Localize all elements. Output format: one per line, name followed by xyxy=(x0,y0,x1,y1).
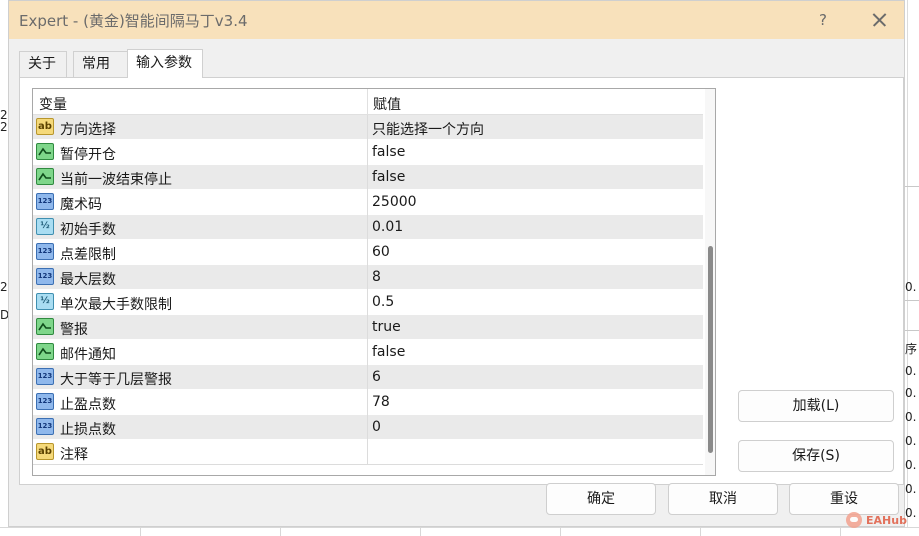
param-name: 邮件通知 xyxy=(60,347,116,363)
param-value[interactable]: false xyxy=(372,344,405,360)
int-icon: 123 xyxy=(36,243,54,260)
param-value[interactable]: 8 xyxy=(372,269,381,285)
param-value[interactable]: true xyxy=(372,319,401,335)
window-title: Expert - (黄金)智能间隔马丁v3.4 xyxy=(19,12,248,30)
bg-right-text: 0. xyxy=(905,386,917,400)
watermark-logo-icon xyxy=(846,512,862,528)
table-row[interactable]: 123 魔术码 25000 xyxy=(33,190,703,215)
ab-text-icon: ab xyxy=(36,443,54,460)
int-icon: 123 xyxy=(36,393,54,410)
table-row[interactable]: 123 止损点数 0 xyxy=(33,415,703,440)
param-value[interactable]: 78 xyxy=(372,394,390,410)
bool-icon xyxy=(36,343,54,360)
header-variable[interactable]: 变量 xyxy=(39,94,67,114)
param-value[interactable]: 0.5 xyxy=(372,294,394,310)
table-row[interactable]: 暂停开仓 false xyxy=(33,140,703,165)
header-value[interactable]: 赋值 xyxy=(373,94,401,114)
double-icon: ½ xyxy=(36,293,54,310)
bg-right-text: 序 xyxy=(905,342,918,356)
bg-right-text: 0. xyxy=(905,410,917,424)
parameters-table: 变量 赋值 ab 方向选择 只能选择一个方向 暂停开仓 false 当前一波结束… xyxy=(32,88,716,476)
int-icon: 123 xyxy=(36,268,54,285)
close-icon[interactable] xyxy=(865,7,895,33)
tab-common[interactable]: 常用 xyxy=(73,51,129,77)
param-name: 止盈点数 xyxy=(60,397,116,413)
param-name: 止损点数 xyxy=(60,422,116,438)
param-name: 最大层数 xyxy=(60,272,116,288)
int-icon: 123 xyxy=(36,193,54,210)
table-row[interactable]: ½ 初始手数 0.01 xyxy=(33,215,703,240)
table-row[interactable]: 当前一波结束停止 false xyxy=(33,165,703,190)
bool-icon xyxy=(36,143,54,160)
param-name: 警报 xyxy=(60,322,88,338)
table-row[interactable]: ½ 单次最大手数限制 0.5 xyxy=(33,290,703,315)
param-value[interactable]: 6 xyxy=(372,369,381,385)
param-value[interactable]: 只能选择一个方向 xyxy=(372,119,484,139)
cancel-button[interactable]: 取消 xyxy=(668,483,778,515)
table-row[interactable]: 123 大于等于几层警报 6 xyxy=(33,365,703,390)
bg-right-text: 0. xyxy=(905,364,917,378)
bool-icon xyxy=(36,318,54,335)
ab-text-icon: ab xyxy=(36,118,54,135)
table-row[interactable]: 123 最大层数 8 xyxy=(33,265,703,290)
help-button[interactable]: ? xyxy=(809,7,837,33)
int-icon: 123 xyxy=(36,368,54,385)
param-name: 初始手数 xyxy=(60,222,116,238)
param-name: 暂停开仓 xyxy=(60,147,116,163)
watermark: EAHub xyxy=(846,509,916,531)
param-name: 注释 xyxy=(60,447,88,463)
double-icon: ½ xyxy=(36,218,54,235)
param-value[interactable]: false xyxy=(372,169,405,185)
param-value[interactable]: 0 xyxy=(372,419,381,435)
background-chart-right: 0. 序 0. 0. 0. 0. 0. 0. 0. xyxy=(905,0,919,535)
bg-right-text: 0. xyxy=(905,458,917,472)
param-value[interactable]: 60 xyxy=(372,244,390,260)
param-value[interactable]: 0.01 xyxy=(372,219,403,235)
bool-icon xyxy=(36,168,54,185)
watermark-text: EAHub xyxy=(866,513,907,527)
bg-right-text: 0. xyxy=(905,434,917,448)
bg-right-text: 0. xyxy=(905,482,917,496)
table-body: ab 方向选择 只能选择一个方向 暂停开仓 false 当前一波结束停止 fal… xyxy=(33,115,703,465)
param-name: 单次最大手数限制 xyxy=(60,297,172,313)
table-row[interactable]: 123 止盈点数 78 xyxy=(33,390,703,415)
save-button[interactable]: 保存(S) xyxy=(738,440,894,472)
table-row[interactable]: 123 点差限制 60 xyxy=(33,240,703,265)
expert-properties-dialog: Expert - (黄金)智能间隔马丁v3.4 ? 关于 常用 输入参数 变量 … xyxy=(8,0,905,527)
param-name: 大于等于几层警报 xyxy=(60,372,172,388)
param-name: 魔术码 xyxy=(60,197,102,213)
table-row[interactable]: ab 方向选择 只能选择一个方向 xyxy=(33,115,703,140)
tab-input-parameters[interactable]: 输入参数 xyxy=(127,49,203,78)
table-row[interactable]: ab 注释 xyxy=(33,440,703,465)
title-bar[interactable]: Expert - (黄金)智能间隔马丁v3.4 ? xyxy=(9,1,904,39)
table-header: 变量 赋值 xyxy=(33,89,703,115)
scrollbar-thumb[interactable] xyxy=(708,246,713,453)
int-icon: 123 xyxy=(36,418,54,435)
param-name: 点差限制 xyxy=(60,247,116,263)
background-chart-bottom xyxy=(0,527,919,536)
table-row[interactable]: 邮件通知 false xyxy=(33,340,703,365)
param-name: 当前一波结束停止 xyxy=(60,172,172,188)
ok-button[interactable]: 确定 xyxy=(546,483,656,515)
bg-right-text: 0. xyxy=(905,280,917,294)
table-scrollbar[interactable] xyxy=(705,89,715,475)
param-name: 方向选择 xyxy=(60,122,116,138)
param-value[interactable]: 25000 xyxy=(372,194,417,210)
input-parameters-panel: 变量 赋值 ab 方向选择 只能选择一个方向 暂停开仓 false 当前一波结束… xyxy=(19,77,904,485)
table-row[interactable]: 警报 true xyxy=(33,315,703,340)
param-value[interactable]: false xyxy=(372,144,405,160)
tab-about[interactable]: 关于 xyxy=(19,51,67,77)
load-button[interactable]: 加载(L) xyxy=(738,390,894,422)
